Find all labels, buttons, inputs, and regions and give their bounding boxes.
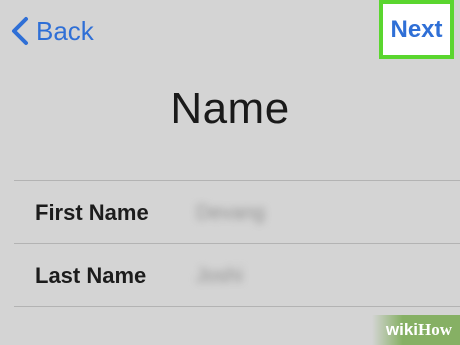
first-name-field[interactable]: Devang bbox=[196, 202, 396, 225]
first-name-label: First Name bbox=[35, 200, 149, 225]
last-name-label: Last Name bbox=[35, 263, 147, 288]
chevron-left-icon bbox=[10, 14, 32, 48]
contact-name-screen: Back Next Name First Name Devang Last Na… bbox=[0, 0, 460, 345]
wikihow-watermark: wiki How bbox=[371, 315, 460, 345]
last-name-row[interactable]: Last Name Joshi bbox=[0, 245, 460, 307]
divider-bottom bbox=[14, 306, 460, 307]
back-button[interactable]: Back bbox=[10, 14, 94, 48]
back-label: Back bbox=[36, 15, 94, 46]
divider-middle bbox=[14, 243, 460, 244]
next-button[interactable]: Next bbox=[390, 16, 442, 44]
page-title: Name bbox=[170, 84, 290, 133]
watermark-how: How bbox=[418, 320, 452, 339]
divider-top bbox=[14, 180, 460, 181]
first-name-row[interactable]: First Name Devang bbox=[0, 182, 460, 244]
next-highlight-box: Next bbox=[379, 0, 454, 59]
last-name-field[interactable]: Joshi bbox=[196, 265, 396, 288]
navigation-bar: Back Next bbox=[0, 0, 460, 62]
watermark-wiki: wiki bbox=[385, 320, 418, 339]
